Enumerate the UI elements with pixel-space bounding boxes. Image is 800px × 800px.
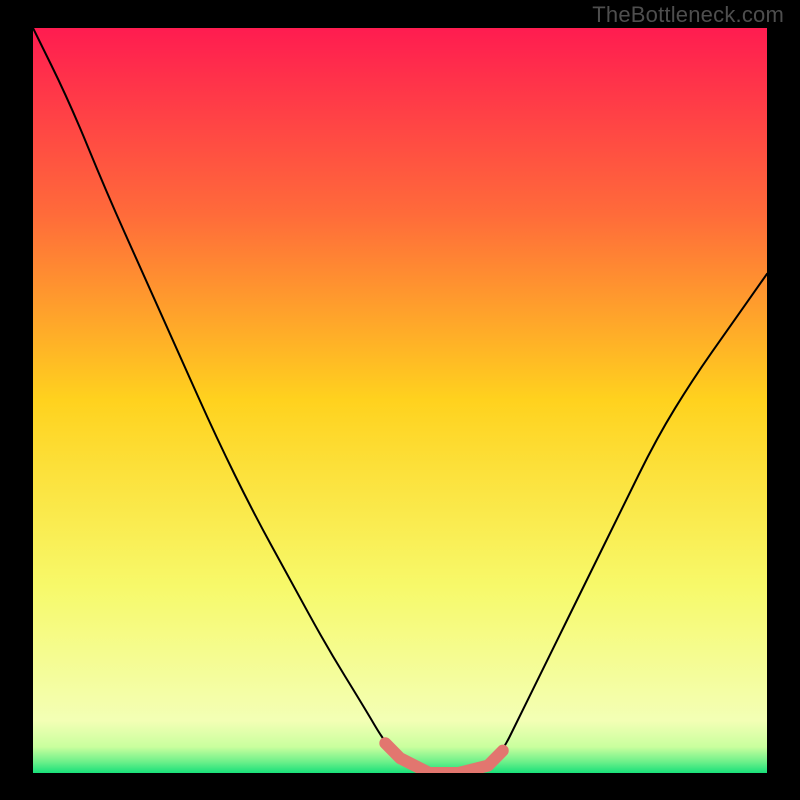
gradient-background — [33, 28, 767, 773]
chart-svg — [33, 28, 767, 773]
plot-area — [33, 28, 767, 773]
watermark-text: TheBottleneck.com — [592, 2, 784, 28]
chart-frame: TheBottleneck.com — [0, 0, 800, 800]
